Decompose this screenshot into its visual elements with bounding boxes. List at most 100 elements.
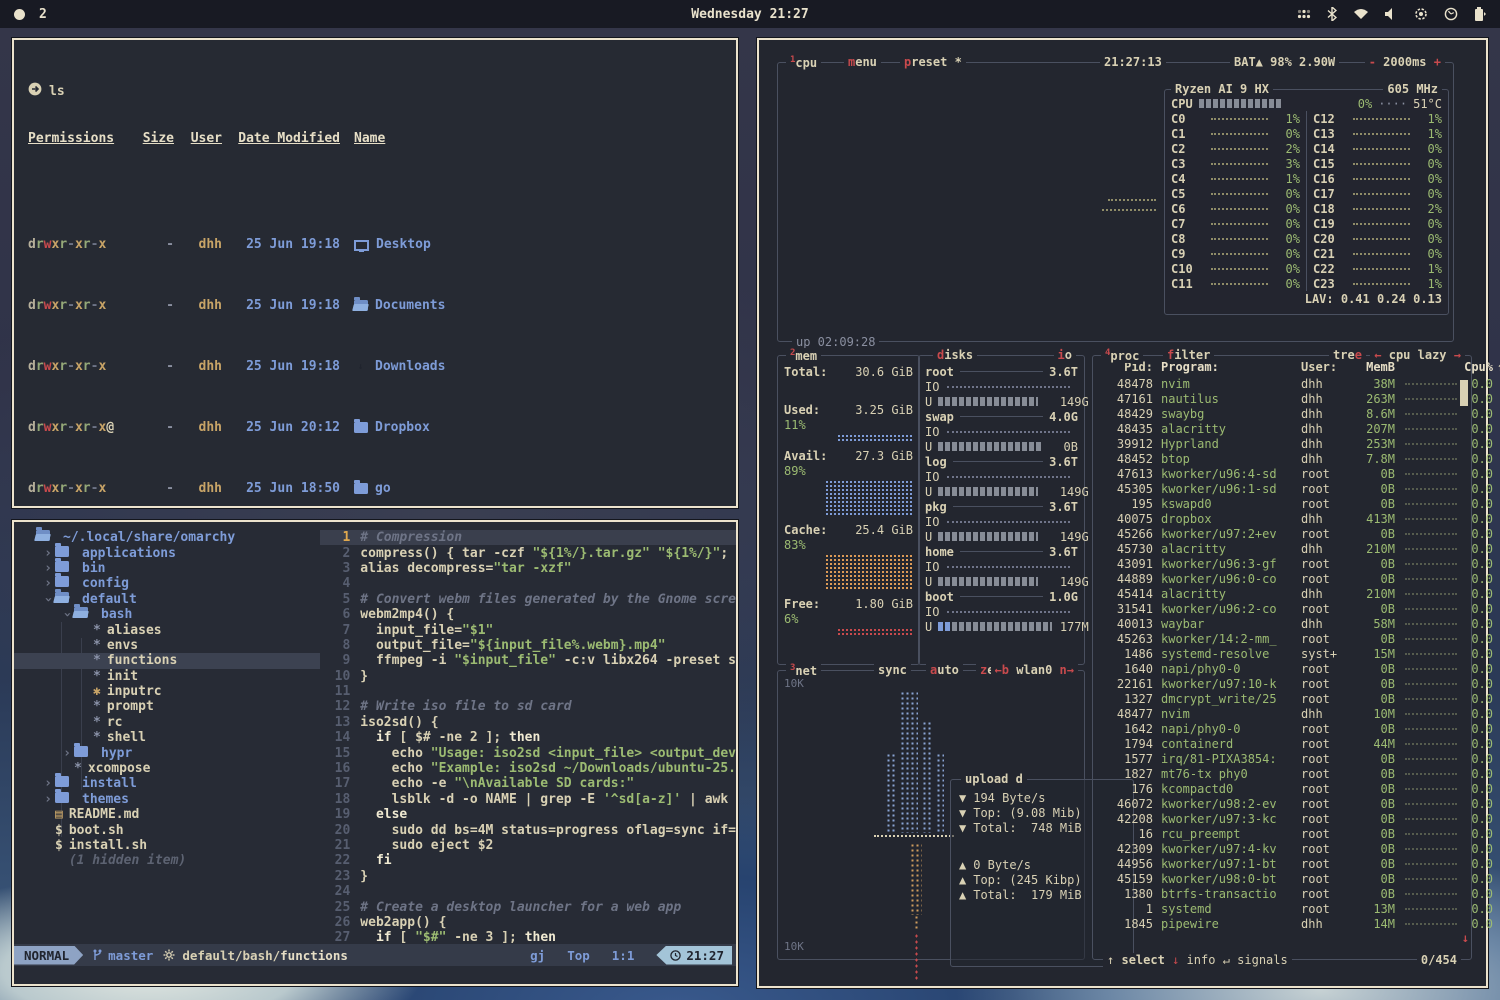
tree-item-icon: $	[55, 838, 63, 853]
chevron-icon[interactable]: ›	[60, 746, 74, 761]
process-row[interactable]: 1327 dmcrypt_write/25 root 0B 0.0	[1097, 691, 1467, 706]
tree-item[interactable]: * shell	[14, 730, 320, 745]
process-row[interactable]: 46072 kworker/u98:2-ev root 0B 0.0	[1097, 796, 1467, 811]
tree-item[interactable]: * functions	[14, 653, 320, 668]
update-interval[interactable]: - 2000ms +	[1365, 55, 1445, 69]
file-tree-panel[interactable]: ~/.local/share/omarchy › applications ›	[14, 522, 320, 944]
tree-item-icon: *	[93, 638, 101, 653]
btop-window[interactable]: 1cpu menu preset * 21:27:13 BAT▲ 98% 2.9…	[757, 38, 1488, 988]
tree-item[interactable]: * prompt	[14, 699, 320, 714]
core-row: C18 2%	[1313, 201, 1442, 216]
process-row[interactable]: 16 rcu_preempt root 0B 0.0	[1097, 826, 1467, 841]
chevron-icon[interactable]: ›	[41, 576, 55, 591]
terminal-window[interactable]: ls Permissions Size User Date Modified N…	[12, 38, 738, 508]
process-row[interactable]: 176 kcompactd0 root 0B 0.0	[1097, 781, 1467, 796]
tree-item[interactable]: ▤ README.md	[14, 807, 320, 822]
bluetooth-icon[interactable]	[1327, 7, 1337, 21]
proc-tree-toggle[interactable]: tree	[1329, 348, 1366, 362]
process-row[interactable]: 1845 pipewire dhh 14M 0.0	[1097, 916, 1467, 931]
chevron-icon[interactable]: ›	[41, 792, 55, 807]
system-monitor-icon[interactable]	[1444, 7, 1458, 21]
tree-item[interactable]: (1 hidden item)	[14, 853, 320, 868]
process-row[interactable]: 48452 btop dhh 7.8M 0.0	[1097, 451, 1467, 466]
disks-panel-title[interactable]: disks	[933, 348, 977, 362]
tree-item-label: xcompose	[88, 761, 151, 776]
tree-item[interactable]: › default	[14, 592, 320, 607]
chevron-icon[interactable]: ›	[41, 776, 55, 791]
tree-item[interactable]: * envs	[14, 638, 320, 653]
process-row[interactable]: 39912 Hyprland dhh 253M 0.0	[1097, 436, 1467, 451]
screen-record-icon[interactable]	[1414, 7, 1428, 21]
proc-panel-title[interactable]: 4proc	[1101, 348, 1143, 363]
tree-item[interactable]: $ boot.sh	[14, 822, 320, 837]
line-number: 9	[320, 653, 360, 668]
proc-scrollbar-thumb[interactable]	[1460, 380, 1468, 406]
tree-item[interactable]: * rc	[14, 715, 320, 730]
process-row[interactable]: 44889 kworker/u96:0-co root 0B 0.0	[1097, 571, 1467, 586]
tree-item[interactable]: › themes	[14, 792, 320, 807]
proc-sort-selector[interactable]: ← cpu lazy →	[1370, 348, 1465, 362]
disks-io-toggle[interactable]: io	[1054, 348, 1076, 362]
chevron-icon[interactable]: ›	[41, 546, 55, 561]
select-action[interactable]: select	[1121, 953, 1164, 967]
process-row[interactable]: 42208 kworker/u97:3-kc root 0B 0.0	[1097, 811, 1467, 826]
process-row[interactable]: 1640 napi/phy0-0 root 0B 0.0	[1097, 661, 1467, 676]
mem-panel-title[interactable]: 2mem	[786, 348, 821, 363]
process-row[interactable]: 45730 alacritty dhh 210M 0.0	[1097, 541, 1467, 556]
process-row[interactable]: 45414 alacritty dhh 210M 0.0	[1097, 586, 1467, 601]
process-row[interactable]: 43091 kworker/u96:3-gf root 0B 0.0	[1097, 556, 1467, 571]
chevron-icon[interactable]: ›	[41, 561, 55, 576]
proc-header-user[interactable]: User:	[1301, 360, 1351, 374]
process-row[interactable]: 40075 dropbox dhh 413M 0.0	[1097, 511, 1467, 526]
process-row[interactable]: 1380 btrfs-transactio root 0B 0.0	[1097, 886, 1467, 901]
clock[interactable]: Wednesday 21:27	[0, 7, 1500, 22]
code-editor[interactable]: 1 # Compression 2 compress() { tar -czf …	[320, 522, 736, 944]
process-row[interactable]: 1827 mt76-tx phy0 root 0B 0.0	[1097, 766, 1467, 781]
preset-button[interactable]: preset *	[900, 55, 966, 69]
process-row[interactable]: 1486 systemd-resolve syst+ 15M 0.0	[1097, 646, 1467, 661]
process-row[interactable]: 45159 kworker/u98:0-bt root 0B 0.0	[1097, 871, 1467, 886]
tree-item[interactable]: › hypr	[14, 745, 320, 760]
neovim-window[interactable]: ~/.local/share/omarchy › applications ›	[12, 520, 738, 986]
proc-header-program[interactable]: Program:	[1161, 360, 1301, 374]
process-row[interactable]: 47613 kworker/u96:4-sd root 0B 0.0	[1097, 466, 1467, 481]
proc-filter-button[interactable]: filter	[1163, 348, 1214, 362]
process-row[interactable]: 45266 kworker/u97:2+ev root 0B 0.0	[1097, 526, 1467, 541]
process-row[interactable]: 44956 kworker/u97:1-bt root 0B 0.0	[1097, 856, 1467, 871]
signals-action[interactable]: signals	[1237, 953, 1288, 967]
wifi-icon[interactable]	[1353, 8, 1369, 20]
process-row[interactable]: 40013 waybar dhh 58M 0.0	[1097, 616, 1467, 631]
process-row[interactable]: 1642 napi/phy0-0 root 0B 0.0	[1097, 721, 1467, 736]
process-row[interactable]: 48429 swaybg dhh 8.6M 0.0	[1097, 406, 1467, 421]
git-branch[interactable]: master	[93, 948, 153, 963]
process-row[interactable]: 1577 irq/81-PIXA3854: root 0B 0.0	[1097, 751, 1467, 766]
tree-item[interactable]: › bash	[14, 607, 320, 622]
tree-item[interactable]: * init	[14, 669, 320, 684]
process-row[interactable]: 48435 alacritty dhh 207M 0.0	[1097, 421, 1467, 436]
process-row[interactable]: 1794 containerd root 44M 0.0	[1097, 736, 1467, 751]
process-row[interactable]: 22161 kworker/u97:10-k root 0B 0.0	[1097, 676, 1467, 691]
proc-header-mem[interactable]: MemB	[1351, 360, 1395, 374]
tree-item[interactable]: * aliases	[14, 622, 320, 637]
command-line[interactable]	[14, 966, 736, 984]
scroll-down-icon[interactable]: ↓	[1462, 931, 1469, 945]
process-row[interactable]: 45263 kworker/14:2-mm_ root 0B 0.0	[1097, 631, 1467, 646]
process-row[interactable]: 195 kswapd0 root 0B 0.0	[1097, 496, 1467, 511]
process-row[interactable]: 48478 nvim dhh 38M 0.0	[1097, 376, 1467, 391]
volume-icon[interactable]	[1385, 8, 1398, 20]
process-row[interactable]: 47161 nautilus dhh 263M 0.0	[1097, 391, 1467, 406]
menu-button[interactable]: menu	[844, 55, 881, 69]
process-row[interactable]: 48477 nvim dhh 10M 0.0	[1097, 706, 1467, 721]
process-row[interactable]: 45305 kworker/u96:1-sd root 0B 0.0	[1097, 481, 1467, 496]
tree-item[interactable]: $ install.sh	[14, 838, 320, 853]
tree-item-icon: *	[93, 669, 101, 684]
tree-item[interactable]: ✱ inputrc	[14, 684, 320, 699]
info-action[interactable]: info	[1187, 953, 1216, 967]
process-row[interactable]: 31541 kworker/u96:2-co root 0B 0.0	[1097, 601, 1467, 616]
battery-icon[interactable]	[1474, 7, 1486, 22]
cpu-panel-title[interactable]: 1cpu	[786, 55, 821, 70]
process-row[interactable]: 42309 kworker/u97:4-kv root 0B 0.0	[1097, 841, 1467, 856]
proc-header-cpu[interactable]: Cpu%	[1463, 360, 1493, 374]
process-row[interactable]: 1 systemd root 13M 0.0	[1097, 901, 1467, 916]
tailscale-icon[interactable]	[1297, 7, 1311, 21]
